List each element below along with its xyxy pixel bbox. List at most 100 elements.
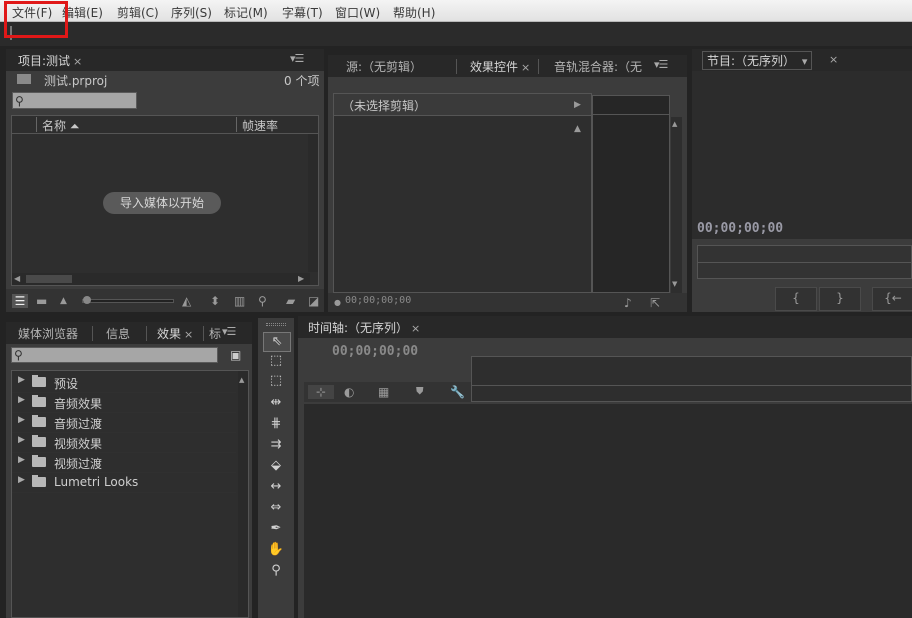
expand-icon[interactable]: ▶ bbox=[18, 395, 25, 405]
expand-right-icon[interactable]: ▶ bbox=[574, 98, 581, 112]
rolling-edit-tool-icon[interactable]: ⇹ bbox=[263, 394, 289, 412]
wrench-icon[interactable]: 🔧 bbox=[450, 385, 465, 399]
timeline-tracks-area[interactable] bbox=[304, 404, 912, 618]
slip-tool-icon[interactable]: ↔ bbox=[263, 478, 289, 496]
effects-item-audio-effects[interactable]: ▶ 音频效果 bbox=[12, 392, 236, 413]
horizontal-scrollbar[interactable]: ◀ ▶ bbox=[12, 273, 310, 285]
snap-icon[interactable]: ⊹ bbox=[308, 385, 334, 399]
panel-menu-icon[interactable]: ▾☰ bbox=[290, 52, 304, 65]
col-name-header[interactable]: 名称 ⏶ bbox=[42, 117, 79, 134]
scroll-right-icon[interactable]: ▶ bbox=[298, 272, 304, 286]
close-icon[interactable]: × bbox=[184, 328, 193, 341]
expand-icon[interactable]: ▶ bbox=[18, 435, 25, 445]
new-bin-icon[interactable]: ▰ bbox=[286, 294, 295, 308]
effect-timeline-area[interactable] bbox=[592, 95, 670, 293]
track-select-tool-icon[interactable]: ⬚ bbox=[263, 352, 289, 370]
find-icon[interactable]: ⚲ bbox=[258, 294, 267, 308]
col-framerate-header[interactable]: 帧速率 bbox=[242, 117, 278, 134]
tab-project[interactable]: 项目:测试 × bbox=[18, 52, 82, 69]
vertical-scrollbar[interactable]: ▲ ▼ bbox=[671, 117, 682, 293]
program-timecode[interactable]: 00;00;00;00 bbox=[697, 221, 783, 236]
scroll-down-icon[interactable]: ▼ bbox=[672, 277, 677, 291]
razor-tool-icon[interactable]: ⬙ bbox=[263, 457, 289, 475]
grip-handle[interactable] bbox=[266, 323, 286, 326]
program-viewer[interactable] bbox=[692, 71, 912, 239]
timeline-timecode[interactable]: 00;00;00;00 bbox=[332, 344, 418, 359]
menu-marker[interactable]: 标记(M) bbox=[224, 4, 268, 21]
menu-help[interactable]: 帮助(H) bbox=[393, 4, 435, 21]
export-icon[interactable]: ⇱ bbox=[650, 296, 660, 310]
expand-icon[interactable]: ▶ bbox=[18, 375, 25, 385]
effects-item-video-transitions[interactable]: ▶ 视频过渡 bbox=[12, 452, 236, 473]
dropdown-icon[interactable]: ▾ bbox=[802, 55, 808, 68]
tab-audio-mixer[interactable]: 音轨混合器:（无 bbox=[554, 58, 642, 75]
automate-icon[interactable]: ▥ bbox=[234, 294, 245, 308]
expand-icon[interactable]: ▶ bbox=[18, 455, 25, 465]
program-timeline-ruler[interactable] bbox=[697, 245, 912, 279]
tab-info[interactable]: 信息 bbox=[106, 325, 130, 342]
new-custom-bin-icon[interactable]: ▣ bbox=[230, 348, 241, 362]
effects-search-input[interactable]: ⚲ bbox=[11, 347, 218, 363]
tab-effects[interactable]: 效果 × bbox=[157, 325, 193, 342]
rate-stretch-tool-icon[interactable]: ⋕ bbox=[263, 415, 289, 433]
sort-icon[interactable]: ⬍ bbox=[210, 294, 220, 308]
panel-menu-icon[interactable]: ▾☰ bbox=[654, 58, 668, 71]
ripple-edit-tool-icon[interactable]: ⬚ bbox=[263, 372, 289, 390]
tab-program[interactable]: 节目:（无序列） ▾ bbox=[702, 51, 813, 70]
menu-window[interactable]: 窗口(W) bbox=[335, 4, 380, 21]
tab-source[interactable]: 源:（无剪辑） bbox=[346, 58, 422, 75]
effect-timecode[interactable]: 00;00;00;00 bbox=[345, 295, 411, 306]
mark-in-button[interactable]: { bbox=[775, 287, 817, 311]
selection-tool-icon[interactable]: ⇖ bbox=[263, 332, 291, 352]
zoom-slider[interactable] bbox=[82, 296, 174, 304]
effects-item-audio-transitions[interactable]: ▶ 音频过渡 bbox=[12, 412, 236, 433]
close-icon[interactable]: × bbox=[521, 61, 530, 74]
project-list[interactable]: 导入媒体以开始 ◀ ▶ bbox=[11, 134, 319, 286]
project-search-input[interactable]: ⚲ bbox=[12, 92, 137, 109]
linked-selection-icon[interactable]: ◐ bbox=[344, 385, 354, 399]
collapse-up-icon[interactable]: ▲ bbox=[574, 122, 581, 136]
menu-edit[interactable]: 编辑(E) bbox=[62, 4, 103, 21]
effects-item-video-effects[interactable]: ▶ 视频效果 bbox=[12, 432, 236, 453]
tab-media-browser[interactable]: 媒体浏览器 bbox=[18, 325, 78, 342]
slide-tool-icon[interactable]: ⇔ bbox=[263, 499, 289, 517]
marker-icon[interactable]: ⛊ bbox=[416, 385, 424, 399]
scroll-up-icon[interactable]: ▲ bbox=[239, 373, 244, 387]
zoom-in-icon[interactable]: ◭ bbox=[182, 294, 191, 308]
expand-icon[interactable]: ▶ bbox=[18, 475, 25, 485]
hand-tool-icon[interactable]: ✋ bbox=[263, 541, 289, 559]
new-item-icon[interactable]: ◪ bbox=[308, 294, 319, 308]
icon-view-icon[interactable]: ▬ bbox=[36, 294, 47, 308]
close-icon[interactable]: × bbox=[73, 55, 82, 68]
close-icon[interactable]: × bbox=[829, 53, 838, 66]
close-icon[interactable]: × bbox=[411, 322, 420, 335]
go-to-in-button[interactable]: {← bbox=[872, 287, 912, 311]
scroll-up-icon[interactable]: ▲ bbox=[672, 117, 677, 131]
import-media-hint[interactable]: 导入媒体以开始 bbox=[103, 192, 221, 214]
menu-sequence[interactable]: 序列(S) bbox=[171, 4, 212, 21]
timeline-ruler[interactable] bbox=[471, 356, 912, 402]
mark-out-button[interactable]: } bbox=[819, 287, 861, 311]
razor-alt-tool-icon[interactable]: ⇉ bbox=[263, 436, 289, 454]
menu-title[interactable]: 字幕(T) bbox=[282, 4, 323, 21]
play-audio-icon[interactable]: ♪ bbox=[624, 296, 632, 310]
timeline-tabbar: 时间轴:（无序列） × bbox=[298, 316, 912, 338]
vertical-scrollbar[interactable] bbox=[308, 134, 318, 272]
effect-controls-list[interactable]: （未选择剪辑） ▶ ▲ bbox=[333, 93, 592, 293]
tab-markers[interactable]: 标 bbox=[209, 325, 221, 342]
zoom-tool-icon[interactable]: ⚲ bbox=[263, 562, 289, 580]
pen-tool-icon[interactable]: ✒ bbox=[263, 520, 289, 538]
effects-item-presets[interactable]: ▶ 预设 bbox=[12, 372, 236, 393]
scroll-thumb[interactable] bbox=[26, 275, 72, 283]
vertical-scrollbar[interactable]: ▲ bbox=[238, 371, 248, 617]
tab-timeline[interactable]: 时间轴:（无序列） × bbox=[308, 319, 420, 336]
scroll-left-icon[interactable]: ◀ bbox=[14, 272, 20, 286]
zoom-out-icon[interactable]: ▲ bbox=[60, 294, 67, 308]
panel-menu-icon[interactable]: ▾☰ bbox=[222, 325, 236, 338]
menu-clip[interactable]: 剪辑(C) bbox=[117, 4, 159, 21]
effects-item-lumetri-looks[interactable]: ▶ Lumetri Looks bbox=[12, 472, 236, 493]
list-view-icon[interactable]: ☰ bbox=[12, 294, 28, 308]
expand-icon[interactable]: ▶ bbox=[18, 415, 25, 425]
tab-effect-controls[interactable]: 效果控件 × bbox=[470, 58, 530, 75]
add-marker-icon[interactable]: ▦ bbox=[378, 385, 389, 399]
